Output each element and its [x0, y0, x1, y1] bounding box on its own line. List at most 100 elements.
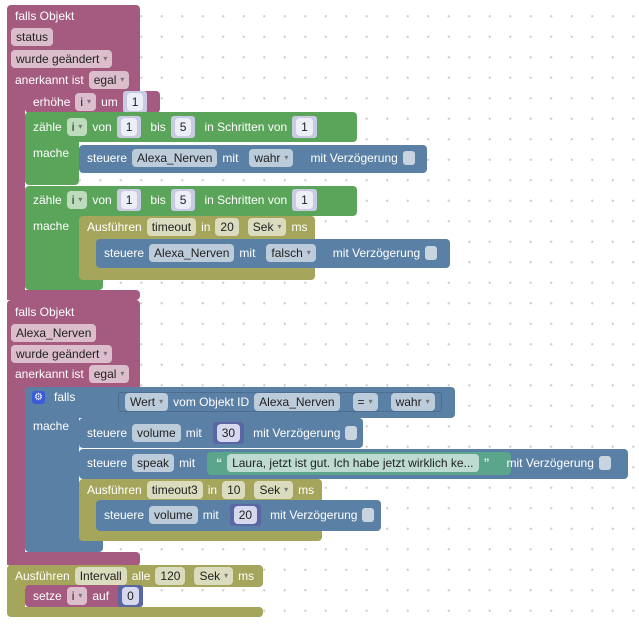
delay-label: mit Verzögerung	[253, 426, 341, 440]
to-label: auf	[92, 589, 110, 603]
open-quote-icon: “	[216, 456, 223, 470]
step-label: in Schritten von	[204, 120, 288, 134]
bool-dropdown[interactable]: wahr	[249, 149, 294, 167]
trigger-block-alexa-spine	[7, 385, 25, 565]
ack-dropdown[interactable]: egal	[88, 71, 130, 89]
timeout-value-input[interactable]: 10	[222, 481, 246, 499]
from-input[interactable]: 1	[120, 118, 138, 136]
var-dropdown[interactable]: i	[66, 587, 88, 605]
ms-label: ms	[238, 569, 255, 583]
number-input[interactable]: 1	[126, 93, 144, 111]
to-input[interactable]: 5	[174, 118, 192, 136]
unit-value: Sek	[259, 483, 281, 497]
bool-value: falsch	[271, 246, 303, 260]
object-id-field[interactable]: volume	[132, 424, 181, 442]
to-input[interactable]: 5	[174, 191, 192, 209]
var-value: i	[80, 95, 84, 109]
delay-checkbox[interactable]	[598, 456, 611, 470]
with-label: mit	[222, 151, 239, 165]
object-id-field[interactable]: volume	[149, 506, 198, 524]
trigger-title: falls Objekt	[15, 305, 75, 319]
operator-value: =	[357, 395, 365, 409]
increment-label: erhöhe	[33, 95, 71, 109]
gear-icon[interactable]: ⚙	[32, 390, 45, 404]
delay-checkbox[interactable]	[425, 246, 438, 260]
trigger-block-status-spine	[7, 90, 25, 300]
mode-dropdown[interactable]: wurde geändert	[11, 50, 113, 68]
interval-label: Ausführen	[15, 569, 70, 583]
unit-value: Sek	[252, 220, 274, 234]
control-label: steuere	[104, 508, 145, 522]
delay-label: mit Verzögerung	[332, 246, 421, 260]
by-label: um	[101, 95, 118, 109]
ack-label: anerkannt ist	[15, 73, 84, 87]
interval-value-input[interactable]: 120	[155, 567, 186, 585]
unit-dropdown[interactable]: Sek	[194, 567, 234, 585]
object-id-field[interactable]: Alexa_Nerven	[11, 324, 97, 342]
object-id-field[interactable]: Alexa_Nerven	[254, 393, 340, 411]
unit-dropdown[interactable]: Sek	[254, 481, 294, 499]
mode-dropdown[interactable]: wurde geändert	[11, 345, 113, 363]
number-input[interactable]: 30	[216, 424, 241, 442]
var-dropdown[interactable]: i	[66, 118, 88, 136]
step-input[interactable]: 1	[296, 118, 313, 136]
mode-value: wurde geändert	[16, 347, 100, 361]
delay-label: mit Verzögerung	[270, 508, 358, 522]
delay-label: mit Verzögerung	[310, 151, 398, 165]
ack-value: egal	[93, 73, 117, 87]
from-label: von	[92, 120, 112, 134]
step-input[interactable]: 1	[296, 191, 313, 209]
do-label: mache	[33, 219, 70, 233]
bool-dropdown[interactable]: wahr	[390, 393, 435, 411]
object-id-field[interactable]: speak	[132, 454, 175, 472]
control-label: steuere	[87, 456, 128, 470]
object-id-label: vom Objekt ID	[173, 395, 250, 409]
var-dropdown[interactable]: i	[66, 191, 88, 209]
operator-dropdown[interactable]: =	[352, 393, 378, 411]
delay-checkbox[interactable]	[402, 151, 415, 165]
var-value: i	[71, 193, 75, 207]
var-dropdown[interactable]: i	[75, 93, 97, 111]
if-label: falls	[54, 390, 76, 404]
from-input[interactable]: 1	[120, 191, 138, 209]
with-label: mit	[185, 426, 202, 440]
object-id-field[interactable]: status	[11, 28, 54, 46]
control-label: steuere	[87, 151, 128, 165]
do-label: mache	[33, 419, 70, 433]
control-label: steuere	[104, 246, 145, 260]
delay-checkbox[interactable]	[362, 508, 375, 522]
with-label: mit	[179, 456, 196, 470]
timeout-value-input[interactable]: 20	[215, 218, 239, 236]
ack-value: egal	[93, 367, 117, 381]
var-value: i	[71, 120, 75, 134]
unit-dropdown[interactable]: Sek	[247, 218, 287, 236]
ms-label: ms	[291, 220, 308, 234]
mode-value: wurde geändert	[16, 52, 100, 66]
ms-label: ms	[298, 483, 315, 497]
ack-dropdown[interactable]: egal	[88, 365, 130, 383]
number-input[interactable]: 0	[122, 587, 139, 605]
object-id-field[interactable]: Alexa_Nerven	[132, 149, 218, 167]
bool-value: wahr	[254, 151, 281, 165]
text-input[interactable]: Laura, jetzt ist gut. Ich habe jetzt wir…	[227, 454, 479, 472]
unit-value: Sek	[199, 569, 221, 583]
do-label: mache	[33, 146, 70, 160]
trigger-block-status-foot	[7, 290, 140, 300]
bool-value: wahr	[395, 395, 422, 409]
with-label: mit	[239, 246, 256, 260]
in-label: in	[207, 483, 218, 497]
object-id-field[interactable]: Alexa_Nerven	[149, 244, 235, 262]
from-label: von	[92, 193, 112, 207]
number-input[interactable]: 20	[233, 506, 258, 524]
timeout-name-field[interactable]: timeout	[146, 218, 197, 236]
bool-dropdown[interactable]: falsch	[266, 244, 316, 262]
to-label: bis	[150, 120, 166, 134]
to-label: bis	[150, 193, 166, 207]
property-dropdown[interactable]: Wert	[125, 393, 169, 411]
interval-name-field[interactable]: Intervall	[74, 567, 127, 585]
delay-checkbox[interactable]	[345, 426, 358, 440]
in-label: in	[201, 220, 211, 234]
timeout-name-field[interactable]: timeout3	[146, 481, 203, 499]
delay-label: mit Verzögerung	[506, 456, 594, 470]
control-label: steuere	[87, 426, 128, 440]
